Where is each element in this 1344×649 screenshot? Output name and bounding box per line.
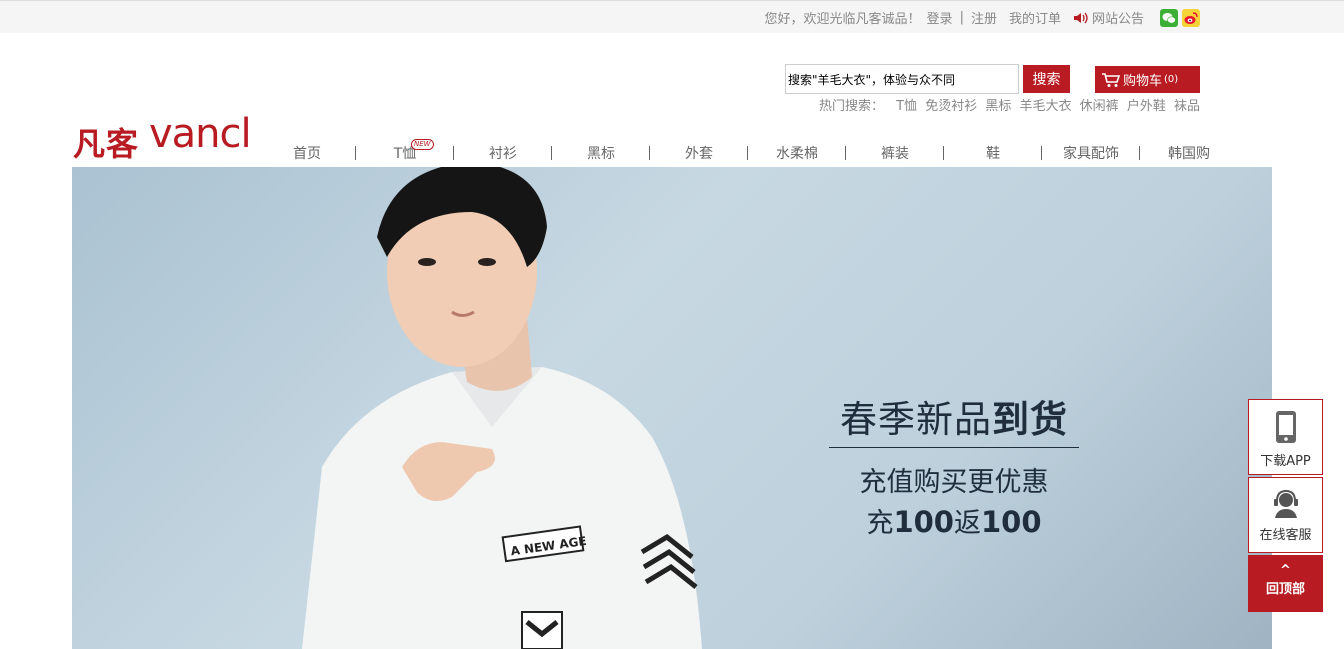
nav-label: 衬衫 (489, 146, 517, 162)
hot-search-item[interactable]: 黑标 (985, 99, 1011, 114)
greeting-text: 您好，欢迎光临凡客诚品！ (764, 12, 921, 27)
nav-item-soft-cotton[interactable]: 水柔棉 (748, 143, 846, 163)
phone-icon (1275, 411, 1296, 443)
model-photo: A NEW AGE (302, 167, 702, 649)
nav-label: 水柔棉 (776, 146, 818, 162)
search-button[interactable]: 搜索 (1023, 65, 1070, 93)
nav-item-black-label[interactable]: 黑标 (552, 143, 650, 163)
announcement-link[interactable]: 网站公告 (1092, 8, 1144, 27)
hot-search-label: 热门搜索： (818, 99, 884, 114)
main-nav: 首页 T恤 NEW 衬衫 黑标 外套 水柔棉 裤装 鞋 家具配饰 韩国购 (258, 139, 1238, 163)
promo-title: 春季新品到货 (829, 389, 1079, 448)
download-app-button[interactable]: 下载APP (1248, 399, 1323, 475)
cart-icon (1102, 72, 1121, 87)
offer-part: 充 (866, 508, 894, 539)
offer-amount: 100 (893, 505, 954, 539)
side-panel: 下载APP 在线客服 ^ 回顶部 (1248, 399, 1323, 612)
weibo-icon[interactable] (1182, 8, 1200, 27)
hot-search-item[interactable]: 休闲裤 (1080, 99, 1119, 114)
logo-en: vancl (149, 111, 252, 157)
nav-label: 外套 (685, 146, 713, 162)
hot-search-item[interactable]: 羊毛大衣 (1020, 99, 1072, 114)
nav-item-shoes[interactable]: 鞋 (944, 143, 1042, 163)
download-app-label: 下载APP (1260, 454, 1311, 469)
search-bar: 搜索 (785, 64, 1070, 94)
nav-label: 鞋 (986, 146, 1000, 162)
new-badge: NEW (411, 139, 434, 150)
nav-item-shirts[interactable]: 衬衫 (454, 143, 552, 163)
nav-item-home-accessories[interactable]: 家具配饰 (1042, 143, 1140, 163)
nav-item-pants[interactable]: 裤装 (846, 143, 944, 163)
login-link[interactable]: 登录 (927, 8, 953, 27)
hot-search-item[interactable]: T恤 (896, 99, 917, 114)
register-link[interactable]: 注册 (971, 8, 997, 27)
search-input[interactable] (785, 64, 1019, 94)
back-to-top-label: 回顶部 (1265, 582, 1305, 597)
vancl-logo[interactable]: 凡客 vancl (73, 111, 263, 163)
top-bar: 您好，欢迎光临凡客诚品！ 登录 | 注册 我的订单 网站公告 (0, 0, 1344, 33)
hot-search: 热门搜索： T恤 免烫衬衫 黑标 羊毛大衣 休闲裤 户外鞋 袜品 (819, 95, 1200, 114)
customer-service-button[interactable]: 在线客服 (1248, 477, 1323, 553)
promo-headline: 春季新品到货 充值购买更优惠 充100返100 (829, 389, 1079, 540)
cart-count: (0) (1164, 74, 1179, 85)
speaker-icon (1073, 11, 1090, 25)
offer-part: 返 (954, 508, 981, 539)
promo-offer: 充100返100 (829, 501, 1079, 540)
hot-search-item[interactable]: 免烫衬衫 (925, 99, 977, 114)
promo-subtitle: 充值购买更优惠 (859, 467, 1049, 498)
cart-button[interactable]: 购物车 (0) (1095, 66, 1200, 93)
nav-label: 裤装 (881, 146, 909, 162)
nav-label: 家具配饰 (1063, 146, 1119, 162)
nav-item-tshirt[interactable]: T恤 NEW (356, 139, 454, 163)
wechat-icon[interactable] (1160, 8, 1178, 27)
nav-label: 韩国购 (1168, 146, 1210, 162)
logo-cn: 凡客 (73, 125, 140, 163)
promo-title-bold: 到货 (992, 398, 1068, 441)
back-to-top-button[interactable]: ^ 回顶部 (1248, 555, 1323, 612)
promo-title-normal: 春季新品 (840, 398, 992, 441)
nav-item-outerwear[interactable]: 外套 (650, 143, 748, 163)
nav-label: 黑标 (587, 146, 615, 162)
nav-item-home[interactable]: 首页 (258, 143, 356, 163)
hot-search-item[interactable]: 户外鞋 (1127, 99, 1166, 114)
hero-banner[interactable]: A NEW AGE 春季新品到货 充值购买更优惠 充100返100 (72, 167, 1272, 649)
hot-search-item[interactable]: 袜品 (1174, 99, 1200, 114)
top-bar-links: 您好，欢迎光临凡客诚品！ 登录 | 注册 我的订单 网站公告 (765, 8, 1200, 27)
up-arrow-icon: ^ (1280, 563, 1291, 578)
offer-amount: 100 (981, 505, 1042, 539)
separator: | (959, 10, 964, 25)
customer-service-label: 在线客服 (1259, 528, 1312, 543)
nav-label: 首页 (293, 146, 321, 162)
nav-item-korea[interactable]: 韩国购 (1140, 143, 1238, 163)
headset-icon (1273, 489, 1298, 518)
cart-label: 购物车 (1123, 74, 1163, 89)
my-orders-link[interactable]: 我的订单 (1009, 8, 1061, 27)
